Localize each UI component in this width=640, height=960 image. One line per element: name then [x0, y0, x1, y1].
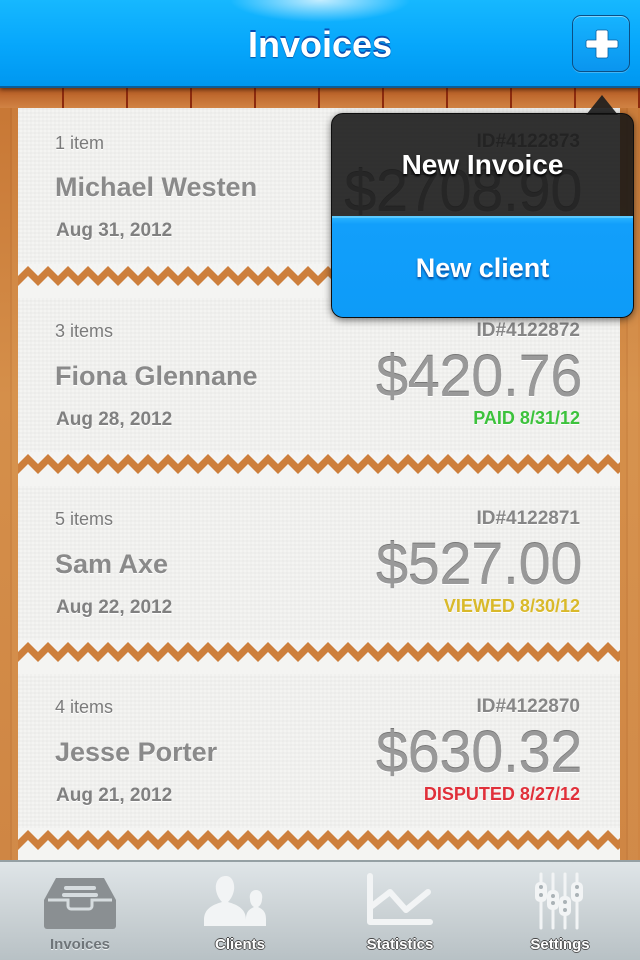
tab-bar: Invoices Clients Statistics Settings — [0, 860, 640, 960]
wood-top-strip — [0, 88, 640, 108]
nav-header: Invoices — [0, 0, 640, 88]
page-title: Invoices — [247, 24, 393, 65]
add-button[interactable] — [572, 15, 630, 72]
invoice-amount: $420.76 — [375, 344, 583, 409]
item-count: 1 item — [55, 133, 105, 153]
add-popup-menu: New Invoice New client — [331, 113, 634, 318]
new-invoice-button[interactable]: New Invoice — [332, 114, 633, 216]
status-label: DISPUTED 8/27/12 — [423, 784, 580, 804]
invoice-amount: $527.00 — [375, 532, 583, 597]
client-name: Jesse Porter — [55, 737, 218, 767]
client-name: Michael Westen — [55, 172, 258, 202]
inbox-tray-icon — [44, 878, 116, 929]
invoice-amount: $630.32 — [375, 720, 583, 785]
client-name: Fiona Glennane — [55, 361, 258, 391]
item-count: 5 items — [55, 509, 114, 529]
invoice-date: Aug 22, 2012 — [56, 597, 173, 618]
invoice-id: ID#4122871 — [476, 508, 580, 529]
invoice-date: Aug 28, 2012 — [56, 409, 173, 430]
tab-invoices[interactable]: Invoices — [0, 862, 160, 960]
tab-clients[interactable]: Clients — [160, 862, 320, 960]
tab-statistics[interactable]: Statistics — [320, 862, 480, 960]
status-label: PAID 8/31/12 — [473, 408, 580, 428]
invoice-date: Aug 21, 2012 — [56, 785, 173, 806]
tab-label: Invoices — [49, 936, 111, 953]
line-chart-icon — [367, 873, 433, 925]
invoice-date: Aug 31, 2012 — [56, 220, 173, 241]
tab-label: Statistics — [366, 936, 434, 953]
tab-label: Clients — [214, 936, 265, 953]
popup-arrow — [586, 95, 618, 115]
tab-settings[interactable]: Settings — [480, 862, 640, 960]
sliders-icon — [535, 872, 583, 930]
plus-icon — [585, 29, 619, 59]
zigzag-divider — [18, 828, 620, 862]
client-name: Sam Axe — [55, 549, 169, 579]
new-client-button[interactable]: New client — [332, 216, 633, 317]
invoice-id: ID#4122872 — [476, 320, 580, 341]
status-label: VIEWED 8/30/12 — [443, 596, 580, 616]
tab-label: Settings — [530, 936, 590, 953]
zigzag-divider — [18, 452, 620, 486]
invoice-id: ID#4122870 — [476, 696, 580, 717]
item-count: 3 items — [55, 321, 114, 341]
zigzag-divider — [18, 640, 620, 674]
people-icon — [204, 876, 266, 926]
item-count: 4 items — [55, 697, 114, 717]
